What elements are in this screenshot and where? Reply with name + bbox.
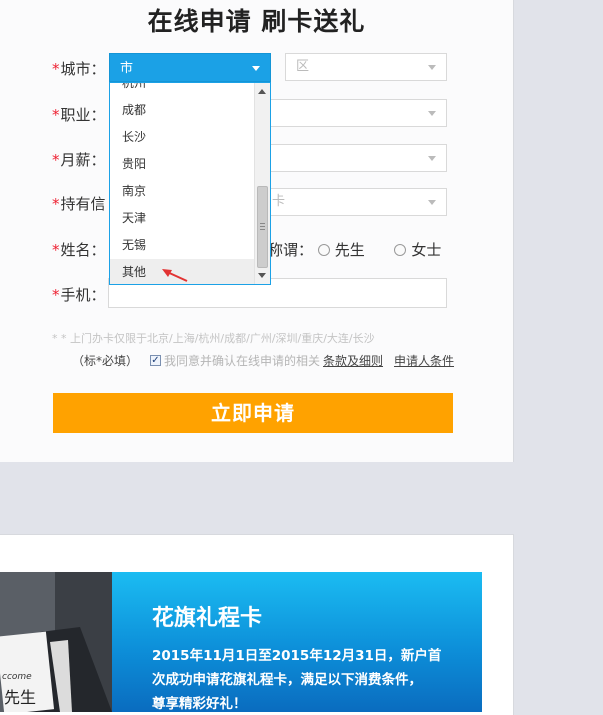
promo-body-line-1: 2015年11月1日至2015年12月31日，新户首	[152, 648, 442, 664]
job-select[interactable]	[270, 99, 447, 127]
radio-icon[interactable]	[317, 244, 330, 256]
name-label: *姓名：	[52, 241, 106, 259]
dropdown-option[interactable]: 成都	[110, 97, 254, 124]
promo-banner: 花旗礼程卡 2015年11月1日至2015年12月31日，新户首 次成功申请花旗…	[112, 572, 482, 712]
page-title: 在线申请 刷卡送礼	[147, 7, 366, 36]
salary-select[interactable]	[270, 144, 447, 172]
agree-text: 我同意并确认在线申请的相关	[164, 354, 321, 368]
service-note: * * 上门办卡仅限于北京/上海/杭州/成都/广州/深圳/重庆/大连/长沙	[52, 332, 375, 345]
job-label: *职业：	[52, 106, 106, 124]
submit-button[interactable]: 立即申请	[53, 393, 453, 433]
dropdown-option[interactable]: 天津	[110, 205, 254, 232]
promo-body-line-2: 次成功申请花旗礼程卡，满足以下消费条件，	[152, 672, 422, 688]
chevron-down-icon	[428, 156, 436, 161]
photo-sign-text: 先生	[4, 688, 37, 707]
radio-icon[interactable]	[394, 244, 407, 256]
district-select[interactable]: 区	[285, 53, 447, 81]
agree-checkbox[interactable]: ✓	[150, 355, 161, 366]
dropdown-option[interactable]: 长沙	[110, 124, 254, 151]
chevron-down-icon	[428, 65, 436, 70]
salutation-label: 称谓：	[268, 241, 314, 259]
salary-label: *月薪：	[52, 151, 106, 169]
card-select-text: 卡	[272, 194, 286, 209]
dropdown-scrollbar[interactable]	[254, 83, 270, 284]
promo-body-line-3: 尊享精彩好礼！	[152, 696, 247, 712]
chevron-down-icon	[428, 111, 436, 116]
radio-mr[interactable]: 先生	[317, 241, 365, 259]
promo-photo: ccome 先生	[0, 572, 112, 712]
chevron-down-icon	[252, 66, 260, 71]
dropdown-option[interactable]: 无锡	[110, 232, 254, 259]
dropdown-option[interactable]: 贵阳	[110, 151, 254, 178]
district-select-placeholder: 区	[296, 59, 310, 74]
photo-sign-text-top: ccome	[2, 672, 32, 682]
promo-title: 花旗礼程卡	[152, 606, 263, 631]
scrollbar-thumb[interactable]	[257, 186, 268, 268]
city-select[interactable]: 市	[109, 53, 271, 82]
scroll-down-icon[interactable]	[258, 273, 266, 278]
phone-label: *手机：	[52, 286, 106, 304]
terms-link[interactable]: 条款及细则	[323, 352, 383, 369]
required-hint: （标*必填）	[72, 354, 139, 368]
annotation-arrow-icon	[162, 269, 188, 282]
applicant-conditions-link[interactable]: 申请人条件	[394, 352, 454, 369]
city-dropdown-list: 杭州 成都 长沙 贵阳 南京 天津 无锡 其他	[109, 82, 271, 285]
city-label: *城市：	[52, 60, 106, 78]
chevron-down-icon	[428, 200, 436, 205]
city-select-value: 市	[120, 61, 134, 76]
radio-ms[interactable]: 女士	[394, 241, 441, 259]
card-label: *持有信	[52, 195, 106, 213]
dropdown-option[interactable]: 杭州	[110, 83, 254, 97]
salutation-group: 称谓： 先生 女士	[268, 239, 441, 260]
dropdown-option[interactable]: 南京	[110, 178, 254, 205]
scroll-up-icon[interactable]	[258, 89, 266, 94]
card-select[interactable]: 卡	[270, 188, 447, 216]
